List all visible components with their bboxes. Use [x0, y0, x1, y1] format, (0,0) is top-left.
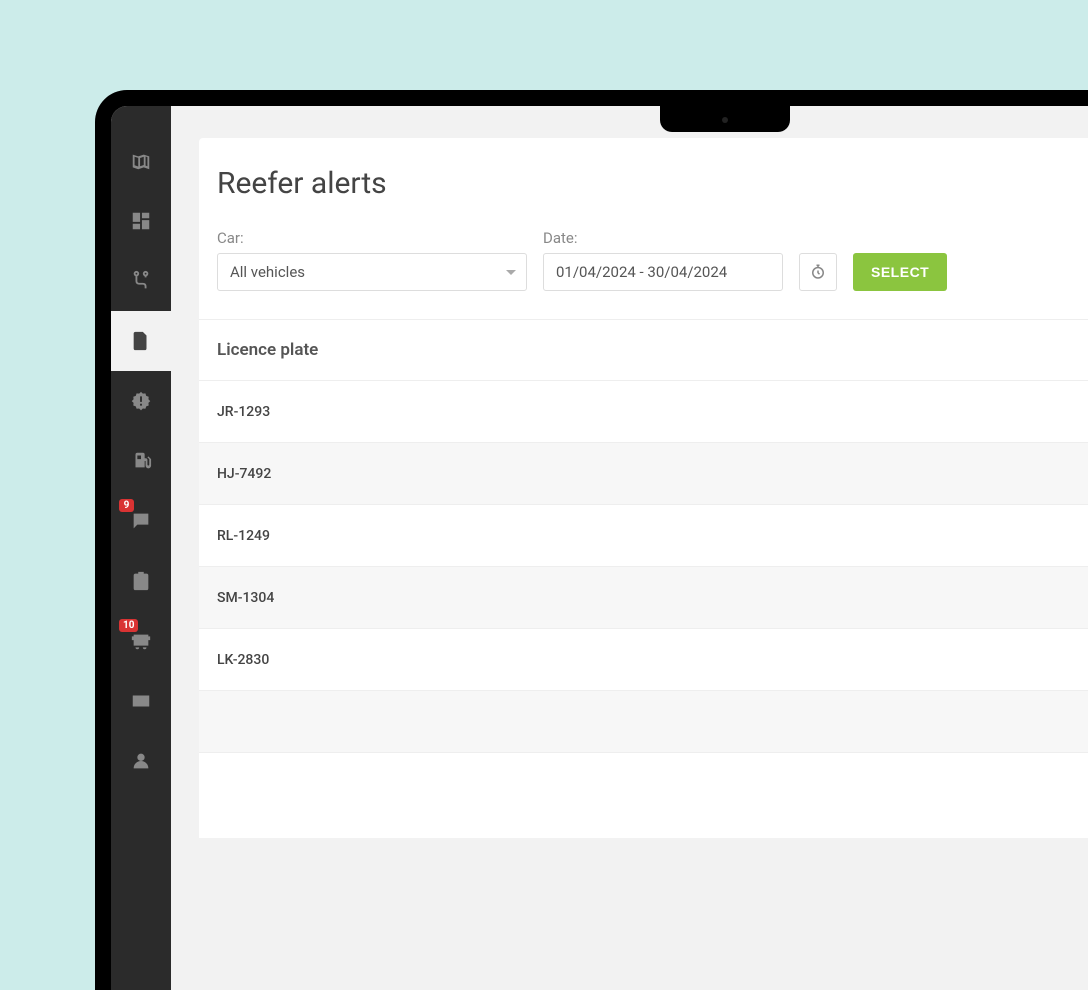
- alert-icon: [130, 390, 152, 412]
- sidebar: 9 10: [111, 106, 171, 990]
- filter-bar: Car: All vehicles Date: 01/04/2024 - 30/…: [199, 229, 1088, 319]
- sidebar-item-fuel[interactable]: [111, 431, 171, 491]
- bus-badge: 10: [119, 619, 138, 632]
- chat-icon: [130, 510, 152, 532]
- sidebar-item-dashboard[interactable]: [111, 191, 171, 251]
- clock-icon: [809, 263, 827, 281]
- table-row[interactable]: JR-1293 27/04/2024 23:36: [199, 381, 1088, 443]
- select-button[interactable]: SELECT: [853, 253, 947, 291]
- main-content: Reefer alerts Car: All vehicles Date: 01…: [171, 106, 1088, 990]
- cell-plate: LK-2830: [199, 652, 1088, 668]
- table-header-row: Licence plate Date: [199, 319, 1088, 381]
- sidebar-item-bus[interactable]: 10: [111, 611, 171, 671]
- sidebar-item-map[interactable]: [111, 131, 171, 191]
- content-card: Reefer alerts Car: All vehicles Date: 01…: [199, 138, 1088, 838]
- cell-plate: HJ-7492: [199, 466, 1088, 482]
- screen: 9 10 Reefer alerts Car:: [111, 106, 1088, 990]
- sidebar-item-route[interactable]: [111, 251, 171, 311]
- table-row[interactable]: LK-2830 27/04/2024 23:32: [199, 629, 1088, 691]
- card-icon: [130, 690, 152, 712]
- clipboard-icon: [130, 570, 152, 592]
- map-icon: [130, 150, 152, 172]
- dashboard-icon: [130, 210, 152, 232]
- device-notch: [660, 106, 790, 132]
- table-row[interactable]: [199, 691, 1088, 753]
- user-icon: [130, 750, 152, 772]
- route-icon: [130, 270, 152, 292]
- table-row[interactable]: SM-1304 27/04/2024 23:35: [199, 567, 1088, 629]
- car-filter-label: Car:: [217, 229, 527, 247]
- date-range-value: 01/04/2024 - 30/04/2024: [556, 263, 727, 281]
- sidebar-item-account[interactable]: [111, 731, 171, 791]
- sidebar-item-chat[interactable]: 9: [111, 491, 171, 551]
- cell-plate: RL-1249: [199, 528, 1088, 544]
- date-filter-label: Date:: [543, 229, 783, 247]
- chevron-down-icon: [506, 270, 516, 275]
- chat-badge: 9: [119, 499, 134, 512]
- header-licence-plate[interactable]: Licence plate: [199, 320, 1088, 380]
- date-filter-group: Date: 01/04/2024 - 30/04/2024: [543, 229, 783, 291]
- device-frame: 9 10 Reefer alerts Car:: [95, 90, 1088, 990]
- date-range-input[interactable]: 01/04/2024 - 30/04/2024: [543, 253, 783, 291]
- document-icon: [130, 330, 152, 352]
- page-title: Reefer alerts: [199, 138, 1088, 229]
- table-row[interactable]: HJ-7492 27/04/2024 23:35: [199, 443, 1088, 505]
- sidebar-item-documents[interactable]: [111, 311, 171, 371]
- sidebar-item-alerts[interactable]: [111, 371, 171, 431]
- cell-plate: SM-1304: [199, 590, 1088, 606]
- alerts-table: Licence plate Date JR-1293 27/04/2024 23…: [199, 319, 1088, 753]
- car-select[interactable]: All vehicles: [217, 253, 527, 291]
- sidebar-item-card[interactable]: [111, 671, 171, 731]
- sidebar-item-clipboard[interactable]: [111, 551, 171, 611]
- fuel-icon: [130, 450, 152, 472]
- table-row[interactable]: RL-1249 27/04/2024 23:35: [199, 505, 1088, 567]
- cell-plate: JR-1293: [199, 404, 1088, 420]
- time-button[interactable]: [799, 253, 837, 291]
- car-select-value: All vehicles: [230, 263, 305, 281]
- car-filter-group: Car: All vehicles: [217, 229, 527, 291]
- bus-icon: [130, 630, 152, 652]
